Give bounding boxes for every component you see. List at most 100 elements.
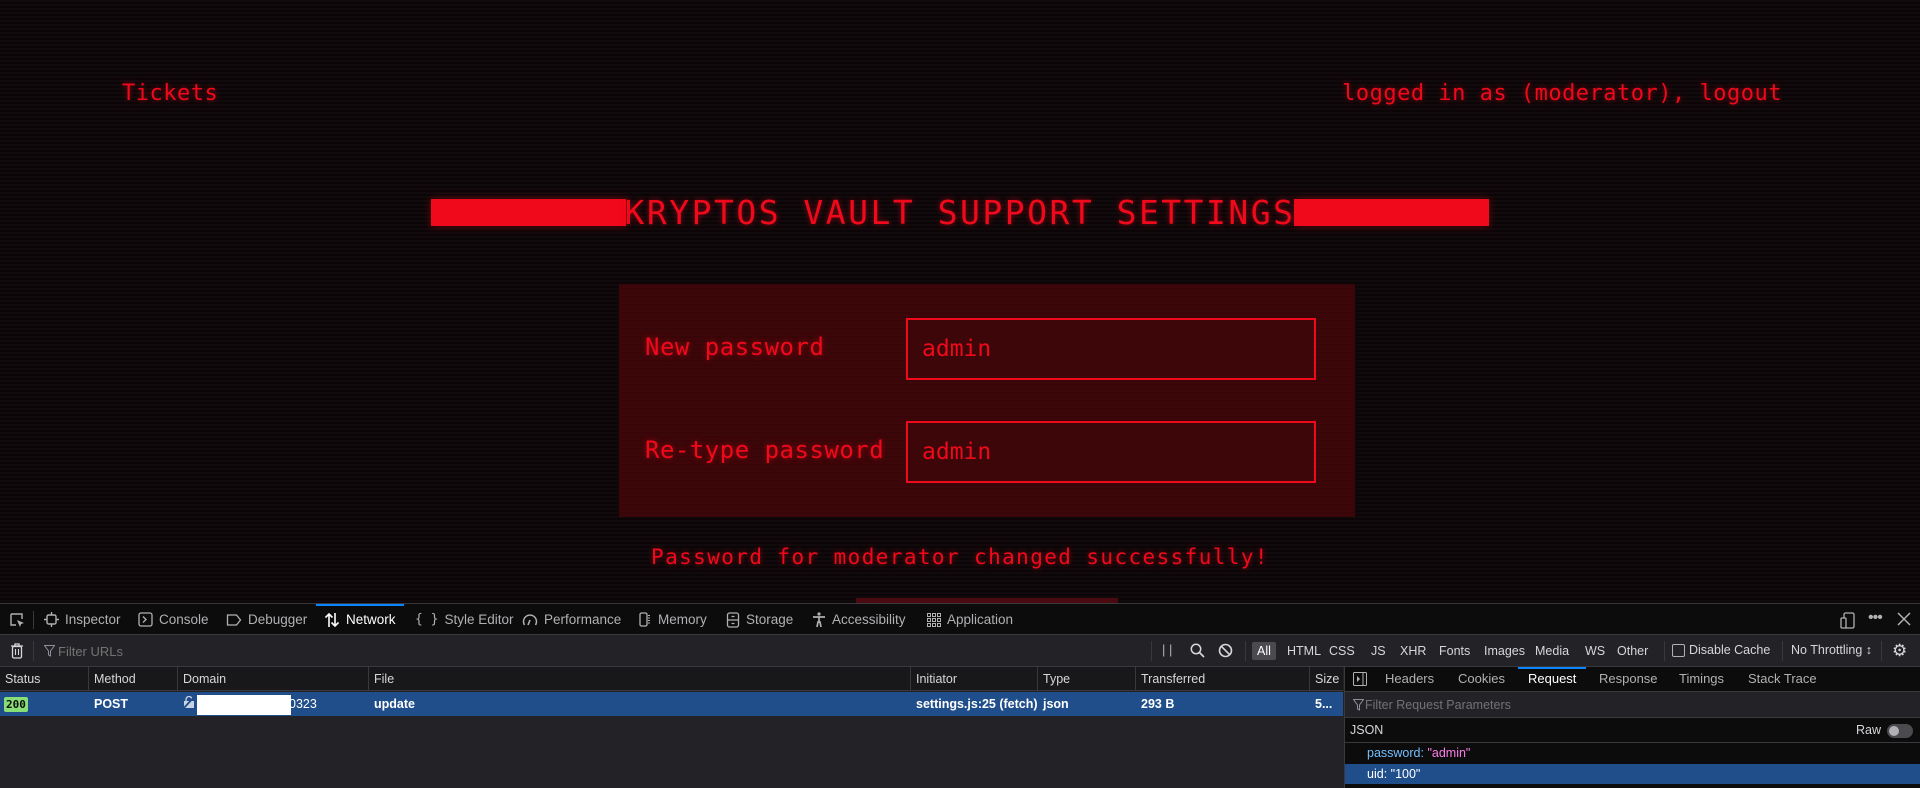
- user-status: logged in as (moderator), logout: [1342, 81, 1782, 106]
- block-requests-icon[interactable]: [1218, 643, 1233, 658]
- raw-toggle[interactable]: [1887, 724, 1913, 738]
- tab-cookies[interactable]: Cookies: [1458, 667, 1505, 691]
- column-size[interactable]: Size: [1310, 667, 1343, 691]
- tab-storage[interactable]: Storage: [726, 604, 793, 635]
- request-size: 5...: [1315, 697, 1333, 711]
- tab-label: Performance: [544, 612, 622, 627]
- tab-application[interactable]: Application: [927, 604, 1013, 635]
- devtools-toolbar: Inspector Console Debugger Network { } S…: [0, 603, 1920, 635]
- search-icon[interactable]: [1190, 643, 1205, 658]
- pause-icon[interactable]: | |: [1162, 642, 1172, 657]
- debugger-icon: [226, 613, 242, 627]
- redacted-domain: [197, 694, 291, 715]
- column-transferred[interactable]: Transferred: [1136, 667, 1310, 691]
- storage-icon: [726, 611, 740, 628]
- tab-performance[interactable]: Performance: [522, 604, 621, 635]
- column-file[interactable]: File: [369, 667, 911, 691]
- web-page: Tickets logged in as (moderator), logout…: [0, 0, 1920, 603]
- param-value: "100": [1390, 767, 1421, 781]
- performance-icon: [522, 612, 538, 627]
- tab-label: Style Editor: [444, 612, 514, 627]
- tab-response[interactable]: Response: [1599, 667, 1658, 691]
- filter-type-all[interactable]: All: [1252, 642, 1276, 660]
- column-method[interactable]: Method: [89, 667, 178, 691]
- column-status[interactable]: Status: [0, 667, 89, 691]
- json-label: JSON: [1350, 723, 1384, 737]
- filter-request-parameters-input[interactable]: [1365, 696, 1865, 714]
- password-form: New password Re-type password: [619, 284, 1355, 517]
- filter-type-css[interactable]: CSS: [1324, 642, 1360, 660]
- request-params-filter: [1345, 692, 1920, 718]
- json-param-row[interactable]: password: "admin": [1345, 743, 1920, 763]
- new-password-label: New password: [645, 333, 825, 361]
- tab-timings[interactable]: Timings: [1679, 667, 1724, 691]
- clear-requests-icon[interactable]: [10, 643, 24, 659]
- tab-accessibility[interactable]: Accessibility: [812, 604, 906, 635]
- retype-password-label: Re-type password: [645, 436, 885, 464]
- style-editor-icon: { }: [415, 612, 439, 627]
- tab-label: Storage: [746, 612, 794, 627]
- title-decoration-right: [1294, 199, 1489, 226]
- tab-label: Accessibility: [832, 612, 906, 627]
- tab-network[interactable]: Network: [316, 604, 403, 635]
- disable-cache-checkbox[interactable]: [1672, 644, 1685, 657]
- tab-console[interactable]: Console: [138, 604, 209, 635]
- accessibility-icon: [812, 611, 826, 628]
- filter-icon: [1353, 699, 1364, 711]
- filter-type-media[interactable]: Media: [1530, 642, 1574, 660]
- tab-memory[interactable]: Memory: [638, 604, 707, 635]
- request-domain: 0323: [178, 692, 369, 716]
- request-table: Status Method Domain File Initiator Type…: [0, 667, 1343, 788]
- details-tabs: Headers Cookies Request Response Timings…: [1345, 667, 1920, 692]
- json-param-row[interactable]: uid: "100": [1345, 764, 1920, 784]
- domain-suffix: 0323: [289, 697, 317, 711]
- tab-label: Debugger: [248, 612, 308, 627]
- disable-cache-label[interactable]: Disable Cache: [1689, 643, 1770, 657]
- more-options-icon[interactable]: •••: [1868, 609, 1883, 627]
- column-initiator[interactable]: Initiator: [911, 667, 1038, 691]
- status-badge: 200: [4, 697, 28, 712]
- tab-debugger[interactable]: Debugger: [226, 604, 307, 635]
- tab-label: Console: [159, 612, 209, 627]
- tab-request[interactable]: Request: [1517, 667, 1587, 691]
- column-type[interactable]: Type: [1038, 667, 1136, 691]
- responsive-design-icon[interactable]: [1840, 612, 1856, 629]
- request-initiator[interactable]: settings.js:25 (fetch): [911, 692, 1038, 716]
- tickets-link[interactable]: Tickets: [122, 81, 218, 106]
- page-title: KRYPTOS VAULT SUPPORT SETTINGS: [624, 193, 1296, 232]
- tab-stack-trace[interactable]: Stack Trace: [1748, 667, 1817, 691]
- json-section-header[interactable]: JSON Raw: [1345, 718, 1920, 743]
- filter-type-js[interactable]: JS: [1366, 642, 1391, 660]
- tab-headers[interactable]: Headers: [1385, 667, 1434, 691]
- param-value: "admin": [1427, 746, 1471, 760]
- toggle-sidebar-icon[interactable]: [1353, 672, 1367, 686]
- request-file: update: [374, 697, 415, 711]
- tab-style-editor[interactable]: { } Style Editor: [415, 604, 514, 635]
- tab-label: Memory: [658, 612, 707, 627]
- request-row[interactable]: 200 POST 0323 update settings.js:25 (fet…: [0, 692, 1343, 716]
- column-domain[interactable]: Domain: [178, 667, 369, 691]
- filter-type-html[interactable]: HTML: [1282, 642, 1326, 660]
- settings-gear-icon[interactable]: ⚙: [1892, 641, 1907, 661]
- filter-type-images[interactable]: Images: [1479, 642, 1530, 660]
- logout-link[interactable]: logout: [1700, 81, 1782, 106]
- tab-inspector[interactable]: Inspector: [44, 604, 121, 635]
- filter-type-xhr[interactable]: XHR: [1395, 642, 1431, 660]
- new-password-input[interactable]: [906, 318, 1316, 380]
- retype-password-input[interactable]: [906, 421, 1316, 483]
- filter-urls-input[interactable]: [42, 641, 1142, 661]
- raw-label: Raw: [1855, 723, 1881, 737]
- param-key: password: [1367, 746, 1421, 760]
- tab-label: Application: [947, 612, 1014, 627]
- pick-element-icon[interactable]: [8, 611, 26, 629]
- close-icon[interactable]: [1897, 612, 1911, 626]
- application-icon: [927, 612, 941, 627]
- filter-type-fonts[interactable]: Fonts: [1434, 642, 1475, 660]
- filter-type-other[interactable]: Other: [1612, 642, 1653, 660]
- param-colon: :: [1383, 767, 1391, 781]
- devtools-panel: Inspector Console Debugger Network { } S…: [0, 603, 1920, 788]
- console-icon: [138, 612, 153, 627]
- memory-icon: [638, 612, 652, 627]
- filter-type-ws[interactable]: WS: [1580, 642, 1610, 660]
- throttling-select[interactable]: No Throttling ↕: [1791, 643, 1872, 657]
